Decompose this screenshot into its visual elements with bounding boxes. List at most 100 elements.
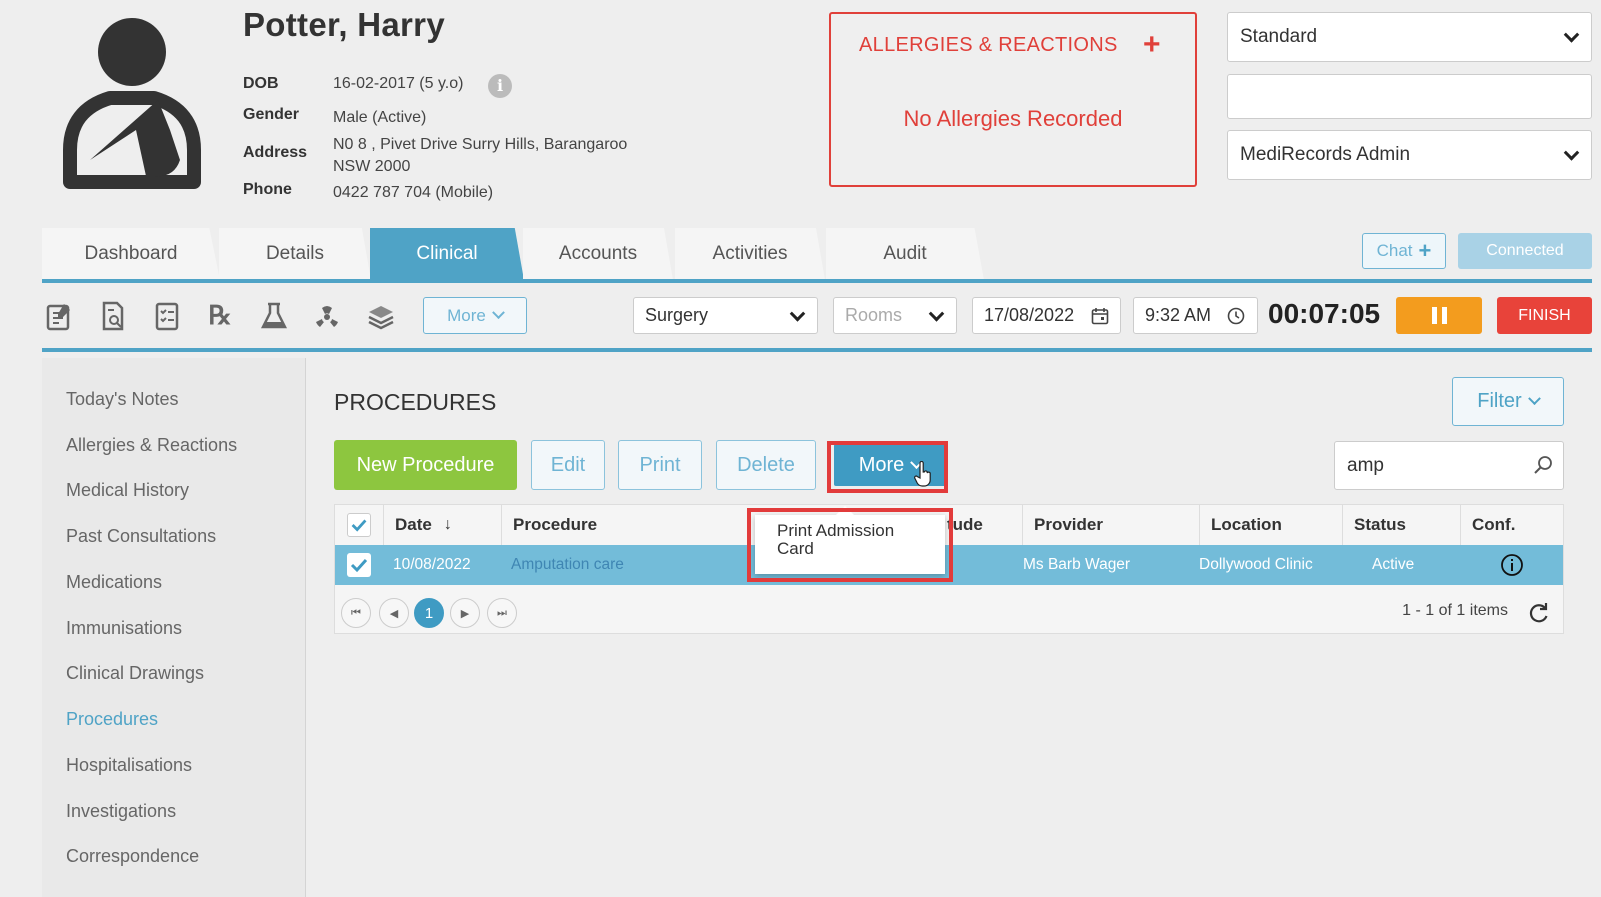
gender-label: Gender — [243, 106, 300, 123]
gender-value: Male (Active) — [333, 109, 427, 126]
date-value: 17/08/2022 — [984, 305, 1075, 325]
prev-page-icon[interactable]: ◀ — [379, 598, 409, 628]
chat-button[interactable]: Chat + — [1362, 233, 1446, 269]
rooms-select[interactable]: Rooms — [833, 297, 957, 334]
clock-icon[interactable] — [1227, 307, 1245, 325]
address-line2: NSW 2000 — [333, 158, 411, 175]
chevron-down-icon — [928, 305, 945, 322]
row-provider: Ms Barb Wager — [1023, 556, 1131, 573]
tab-details[interactable]: Details — [219, 228, 371, 280]
next-page-icon[interactable]: ▶ — [450, 598, 480, 628]
tab-audit[interactable]: Audit — [826, 228, 984, 280]
refresh-icon[interactable] — [1525, 600, 1551, 626]
address-label: Address — [243, 144, 308, 161]
toolbar-more-button[interactable]: More — [423, 297, 527, 334]
search-input[interactable]: amp — [1334, 441, 1564, 490]
sort-down-arrow-icon: ↓ — [443, 516, 452, 533]
phone-label: Phone — [243, 181, 292, 198]
row-date: 10/08/2022 — [393, 556, 471, 573]
location-select[interactable]: Surgery — [633, 297, 818, 334]
user-select[interactable]: MediRecords Admin — [1227, 130, 1592, 180]
header-blank-field[interactable] — [1227, 74, 1592, 119]
chevron-down-icon — [1563, 27, 1580, 43]
sidebar-item-procedures[interactable]: Procedures — [66, 709, 158, 730]
clinical-sidebar: Today's Notes Allergies & Reactions Medi… — [42, 358, 306, 897]
plus-icon: + — [1418, 238, 1432, 263]
sidebar-item-medications[interactable]: Medications — [66, 572, 162, 593]
allergies-title: ALLERGIES & REACTIONS — [859, 34, 1118, 56]
pause-icon — [1431, 307, 1437, 324]
row-status: Active — [1372, 556, 1415, 573]
rooms-placeholder: Rooms — [845, 305, 903, 325]
hand-cursor-icon — [914, 461, 931, 487]
dob-label: DOB — [243, 75, 279, 92]
tab-clinical[interactable]: Clinical — [370, 228, 524, 280]
select-all-checkbox[interactable] — [347, 513, 371, 537]
allergies-panel: ALLERGIES & REACTIONS + No Allergies Rec… — [829, 12, 1197, 187]
tab-divider — [42, 279, 1592, 283]
sidebar-item-past-consultations[interactable]: Past Consultations — [66, 526, 216, 547]
row-procedure-link[interactable]: Amputation care — [511, 545, 624, 585]
chevron-down-icon — [491, 306, 505, 320]
chevron-down-icon — [1563, 145, 1580, 161]
finish-button[interactable]: FINISH — [1497, 297, 1592, 334]
pause-button[interactable] — [1396, 297, 1482, 334]
sidebar-item-correspondence[interactable]: Correspondence — [66, 846, 199, 867]
connected-button[interactable]: Connected — [1458, 233, 1592, 269]
new-procedure-button[interactable]: New Procedure — [334, 440, 517, 490]
location-value: Surgery — [645, 305, 709, 325]
column-header-conf[interactable]: Conf. — [1460, 505, 1563, 545]
row-checkbox[interactable] — [347, 553, 371, 577]
consult-timer: 00:07:05 — [1268, 298, 1381, 329]
search-icon[interactable] — [1533, 455, 1553, 475]
tab-dashboard[interactable]: Dashboard — [42, 228, 220, 280]
pause-icon — [1441, 307, 1447, 324]
select-all-header — [335, 505, 383, 545]
filter-label: Filter — [1477, 390, 1522, 412]
sidebar-item-clinical-drawings[interactable]: Clinical Drawings — [66, 663, 204, 684]
time-field[interactable]: 9:32 AM — [1133, 297, 1258, 334]
calendar-icon[interactable] — [1091, 307, 1109, 325]
column-header-date[interactable]: Date ↓ — [383, 505, 501, 545]
chevron-down-icon — [789, 305, 806, 322]
filter-button[interactable]: Filter — [1452, 377, 1564, 426]
sidebar-item-allergies[interactable]: Allergies & Reactions — [66, 435, 237, 456]
column-header-location[interactable]: Location — [1199, 505, 1342, 545]
stack-icon[interactable] — [366, 300, 396, 332]
allergies-empty-text: No Allergies Recorded — [903, 106, 1123, 131]
sidebar-item-medical-history[interactable]: Medical History — [66, 480, 189, 501]
notes-icon[interactable] — [44, 300, 74, 332]
checklist-icon[interactable] — [152, 300, 182, 332]
column-header-provider[interactable]: Provider — [1022, 505, 1199, 545]
address-line1: N0 8 , Pivet Drive Surry Hills, Barangar… — [333, 136, 628, 153]
page-title: PROCEDURES — [334, 389, 497, 415]
patient-avatar-icon — [63, 18, 201, 189]
prescription-icon[interactable]: ℞ — [205, 300, 235, 332]
sidebar-item-immunisations[interactable]: Immunisations — [66, 618, 182, 639]
chevron-down-icon — [1527, 392, 1541, 406]
last-page-icon[interactable]: ⏭ — [487, 598, 517, 628]
info-icon[interactable]: i — [488, 74, 512, 98]
print-button[interactable]: Print — [618, 440, 702, 490]
delete-button[interactable]: Delete — [716, 440, 816, 490]
edit-button[interactable]: Edit — [531, 440, 605, 490]
page-number-button[interactable]: 1 — [414, 598, 444, 628]
sidebar-item-hospitalisations[interactable]: Hospitalisations — [66, 755, 192, 776]
column-header-status[interactable]: Status — [1342, 505, 1460, 545]
radiation-icon[interactable] — [312, 300, 342, 332]
document-search-icon[interactable] — [98, 300, 128, 332]
first-page-icon[interactable]: ⏮ — [341, 598, 371, 628]
toolbar-more-label: More — [447, 305, 486, 325]
view-select[interactable]: Standard — [1227, 12, 1592, 62]
view-select-value: Standard — [1240, 26, 1318, 47]
toolbar-divider — [42, 348, 1592, 352]
tab-activities[interactable]: Activities — [675, 228, 825, 280]
sidebar-item-todays-notes[interactable]: Today's Notes — [66, 389, 179, 410]
search-value: amp — [1347, 454, 1384, 476]
date-field[interactable]: 17/08/2022 — [972, 297, 1121, 334]
sidebar-item-investigations[interactable]: Investigations — [66, 801, 176, 822]
tab-accounts[interactable]: Accounts — [523, 228, 673, 280]
info-circle-icon[interactable] — [1500, 553, 1524, 577]
add-allergy-plus-icon[interactable]: + — [1143, 28, 1161, 62]
lab-flask-icon[interactable] — [259, 300, 289, 332]
